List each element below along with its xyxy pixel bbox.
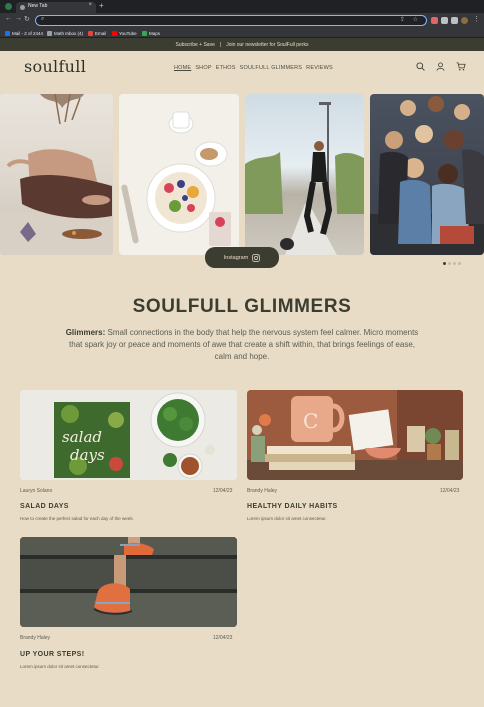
header-icons — [416, 62, 466, 71]
address-bar[interactable]: ⌕ ⇪ ☆ — [35, 15, 427, 26]
site-header: soulfull HOME SHOP ETHOS SOULFULL GLIMME… — [0, 51, 484, 87]
tab-search-icon[interactable] — [5, 3, 12, 10]
bookmarks-bar: Mail - 2 of 2444 Math Inbox (4) Email Yo… — [0, 28, 484, 38]
instagram-button[interactable]: Instagram — [205, 247, 279, 268]
bookmark-item[interactable]: Maps — [142, 29, 160, 37]
post-image-steps[interactable] — [20, 537, 237, 627]
breakfast-image — [121, 111, 231, 246]
new-tab-button[interactable]: + — [99, 1, 104, 10]
back-icon[interactable]: ← — [5, 15, 12, 22]
bookmark-item[interactable]: Math Inbox (4) — [47, 29, 83, 37]
profile-avatar[interactable] — [461, 17, 468, 24]
book-title-line-2: days — [70, 446, 105, 464]
nav-shop[interactable]: SHOP — [195, 65, 211, 71]
maps-icon — [142, 30, 147, 36]
instagram-photo-breakfast[interactable] — [119, 94, 239, 255]
carousel-dot[interactable] — [448, 262, 451, 265]
url-input[interactable] — [50, 17, 390, 25]
tab-favicon-icon — [20, 5, 25, 10]
book-title-line-1: salad — [62, 428, 102, 446]
nav-soulfull-glimmers[interactable]: SOULFULL GLIMMERS — [240, 65, 303, 71]
bookmark-item[interactable]: Mail - 2 of 2444 — [5, 29, 43, 37]
youtube-icon — [112, 30, 117, 36]
bookmark-star-icon[interactable]: ⇪ ☆ — [400, 16, 421, 23]
email-icon — [88, 30, 93, 36]
instagram-icon — [252, 253, 261, 262]
nav-reviews[interactable]: REVIEWS — [306, 65, 333, 71]
post-image-habits[interactable]: C — [247, 390, 463, 480]
bookmark-item[interactable]: Email — [88, 29, 106, 37]
account-icon[interactable] — [436, 62, 445, 71]
post-title[interactable]: UP YOUR STEPS! — [20, 651, 84, 658]
instagram-photo-meditation[interactable] — [0, 94, 113, 255]
newsletter-link[interactable]: Join our newsletter for SoulFull perks — [226, 42, 308, 48]
mug-letter: C — [303, 409, 318, 433]
announcement-bar: Subscribe + Save | Join our newsletter f… — [0, 38, 484, 51]
globe-icon — [47, 30, 52, 36]
browser-tab-bar: New Tab × + — [0, 0, 484, 13]
carousel-dot[interactable] — [453, 262, 456, 265]
subscribe-link[interactable]: Subscribe + Save — [176, 42, 215, 48]
post-image-salad[interactable]: salad days — [20, 390, 237, 480]
post-title[interactable]: HEALTHY DAILY HABITS — [247, 503, 338, 510]
browser-toolbar: ← → ↻ ⌕ ⇪ ☆ ⋮ — [0, 13, 484, 28]
post-author: Brandy Haley — [20, 635, 51, 641]
section-intro: Glimmers: Small connections in the body … — [60, 327, 424, 363]
main-nav: HOME SHOP ETHOS SOULFULL GLIMMERS REVIEW… — [174, 65, 333, 71]
carousel-dot[interactable] — [458, 262, 461, 265]
habits-image: C — [247, 390, 463, 480]
runner-image — [245, 102, 364, 255]
mail-icon — [5, 30, 10, 36]
instagram-photo-runner[interactable] — [245, 94, 364, 255]
tab-close-icon[interactable]: × — [88, 2, 92, 8]
post-description: How to create the perfect salad for each… — [20, 516, 134, 521]
extension-icon[interactable] — [431, 17, 438, 24]
browser-tab[interactable]: New Tab × — [16, 2, 96, 13]
post-date: 12/04/23 — [213, 488, 233, 494]
reload-icon[interactable]: ↻ — [24, 15, 30, 23]
sidepanel-icon[interactable] — [451, 17, 458, 24]
carousel-dot[interactable] — [443, 262, 446, 265]
intro-text: Small connections in the body that help … — [69, 328, 419, 361]
friends-image — [370, 96, 484, 255]
instagram-photo-row — [0, 94, 484, 255]
post-date: 12/04/23 — [440, 488, 460, 494]
post-title[interactable]: SALAD DAYS — [20, 503, 69, 510]
instagram-photo-friends[interactable] — [370, 94, 484, 255]
nav-ethos[interactable]: ETHOS — [216, 65, 236, 71]
post-author: Lauryn Solano — [20, 488, 53, 494]
steps-image — [20, 537, 237, 627]
intro-term: Glimmers: — [65, 328, 106, 337]
carousel-dots — [443, 262, 461, 265]
tab-title: New Tab — [28, 3, 48, 9]
nav-home[interactable]: HOME — [174, 65, 191, 71]
post-description: Lorem ipsum dolor sit amet consectetur. — [247, 516, 327, 521]
post-date: 12/04/23 — [213, 635, 233, 641]
browser-menu-icon[interactable]: ⋮ — [473, 15, 480, 23]
bookmark-item[interactable]: YouTube — [112, 29, 137, 37]
announcement-separator: | — [219, 41, 222, 48]
forward-icon[interactable]: → — [15, 15, 22, 22]
site-logo[interactable]: soulfull — [24, 57, 86, 76]
post-description: Lorem ipsum dolor sit amet consectetur. — [20, 664, 100, 669]
post-author: Brandy Haley — [247, 488, 278, 494]
search-icon: ⌕ — [41, 16, 45, 22]
extensions-puzzle-icon[interactable] — [441, 17, 448, 24]
section-title: SOULFULL GLIMMERS — [132, 296, 352, 317]
search-icon[interactable] — [416, 62, 425, 71]
salad-book-image: salad days — [20, 390, 237, 480]
instagram-label: Instagram — [223, 254, 249, 261]
cart-icon[interactable] — [456, 62, 466, 71]
meditation-image — [0, 94, 113, 255]
